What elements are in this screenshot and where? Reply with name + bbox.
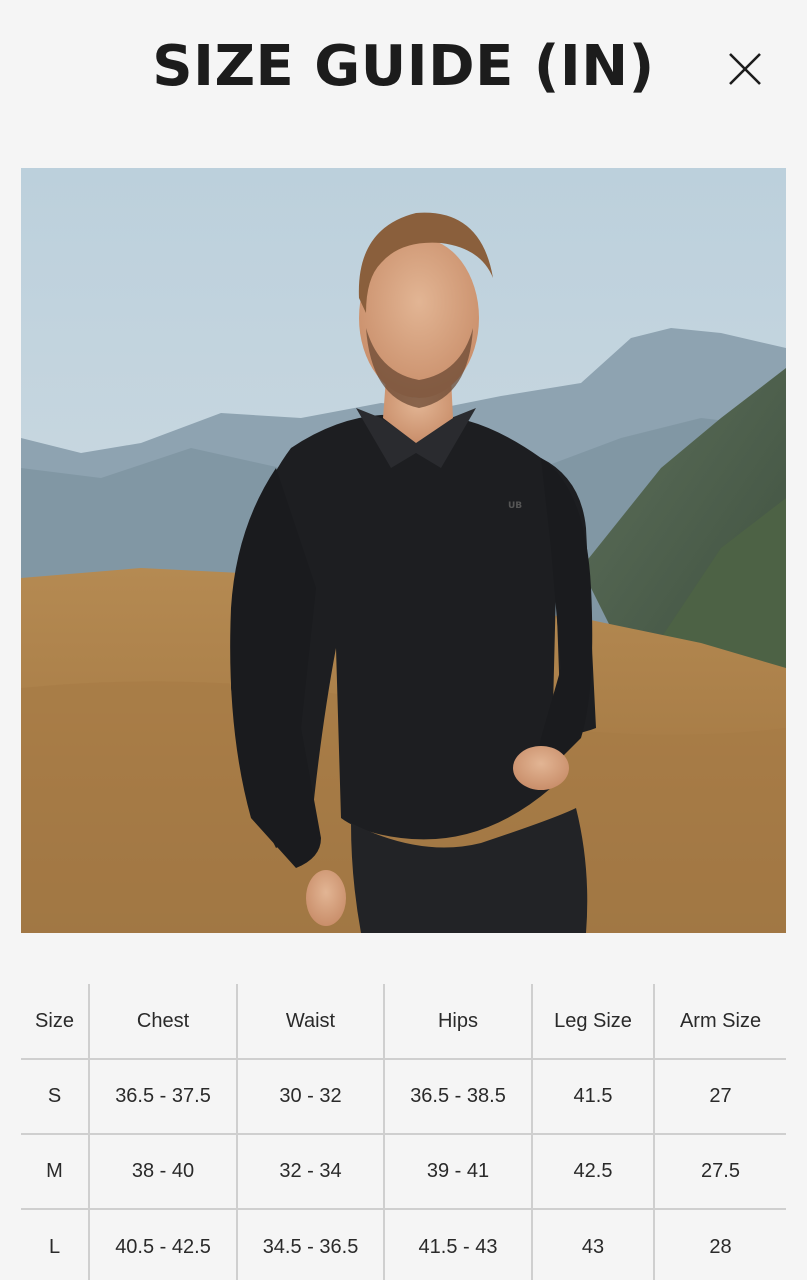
table-cell-arm-size: 27.5 [653,1134,786,1210]
close-icon [729,53,761,85]
column-header-size: Size [21,984,89,1060]
table-cell-chest: 36.5 - 37.5 [88,1059,237,1135]
table-cell-size: L [48,1235,61,1258]
table-cell-waist: 32 - 34 [236,1134,384,1210]
table-row: M 38 - 40 32 - 34 39 - 41 42.5 27.5 [21,1134,786,1210]
column-header-waist: Waist [236,984,384,1060]
table-row: S 36.5 - 37.5 30 - 32 36.5 - 38.5 41.5 2… [21,1059,786,1135]
column-header-leg-size: Leg Size [531,984,654,1060]
table-cell-hips: 36.5 - 38.5 [383,1059,532,1135]
table-cell-arm-size: 27 [653,1059,786,1135]
product-photo: UB [21,168,786,933]
table-row: L 40.5 - 42.5 34.5 - 36.5 41.5 - 43 43 2… [21,1209,786,1280]
column-header-arm-size: Arm Size [653,984,786,1060]
column-header-chest: Chest [88,984,237,1060]
table-header-row: Size Chest Waist Hips Leg Size Arm Size [21,984,786,1060]
close-button[interactable] [722,46,768,92]
table-cell-waist: 34.5 - 36.5 [236,1209,384,1280]
table-cell-size: S [21,1059,89,1135]
table-cell-leg-size: 42.5 [531,1134,654,1210]
page-title: SIZE GUIDE (IN) [152,34,655,99]
table-cell-chest: 40.5 - 42.5 [88,1209,237,1280]
table-cell-arm-size: 28 [653,1209,786,1280]
shirt-logo: UB [508,501,522,511]
table-cell-waist: 30 - 32 [236,1059,384,1135]
modal-header: SIZE GUIDE (IN) [0,0,807,140]
size-table: Size Chest Waist Hips Leg Size Arm Size … [21,984,786,1280]
column-header-hips: Hips [383,984,532,1060]
size-guide-modal: SIZE GUIDE (IN) UB Size Chest Waist Hips… [0,0,807,1280]
table-cell-hips: 41.5 - 43 [383,1209,532,1280]
table-cell-hips: 39 - 41 [383,1134,532,1210]
table-cell-chest: 38 - 40 [88,1134,237,1210]
model-image: UB [21,168,786,933]
table-cell-leg-size: 41.5 [531,1059,654,1135]
table-cell-size: M [21,1134,89,1210]
table-cell-leg-size: 43 [531,1209,654,1280]
